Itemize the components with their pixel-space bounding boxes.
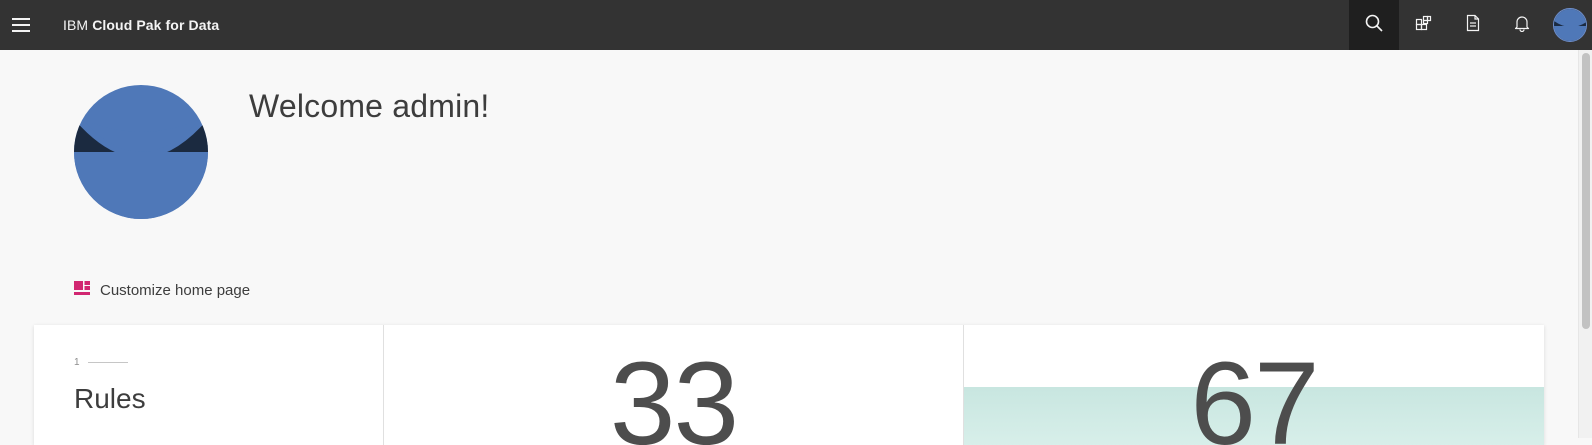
card-title: Rules (74, 383, 146, 414)
card-index-line (87, 362, 128, 363)
vertical-scrollbar[interactable] (1578, 50, 1592, 438)
apps-icon (1414, 14, 1432, 37)
product-name[interactable]: IBM Cloud Pak for Data (63, 17, 219, 33)
card-index-number: 1 (74, 357, 80, 368)
avatar (1552, 8, 1587, 42)
customize-home-link[interactable]: Customize home page (74, 280, 250, 301)
brand-name: Cloud Pak for Data (92, 17, 220, 33)
metric-card[interactable]: 67 (964, 325, 1544, 445)
profile-avatar (74, 85, 208, 219)
apps-button[interactable] (1399, 0, 1449, 50)
top-navigation-bar: IBM Cloud Pak for Data (0, 0, 1592, 50)
search-icon (1365, 14, 1383, 37)
rules-card[interactable]: 1 Rules (34, 325, 384, 445)
scrollbar-thumb[interactable] (1582, 53, 1590, 329)
metric-value: 33 (609, 338, 739, 445)
header-actions (1349, 0, 1592, 50)
card-index: 1 (74, 357, 128, 368)
welcome-heading: Welcome admin! (249, 88, 490, 124)
menu-icon[interactable] (0, 0, 42, 50)
brand-prefix: IBM (63, 17, 89, 33)
documentation-button[interactable] (1448, 0, 1498, 50)
dashboard-cards: 1 Rules 33 67 (34, 325, 1544, 445)
metric-card[interactable]: 33 (384, 325, 964, 445)
notification-icon (1513, 14, 1531, 37)
dashboard-icon (74, 280, 90, 301)
search-button[interactable] (1349, 0, 1399, 50)
notifications-button[interactable] (1498, 0, 1548, 50)
user-avatar-button[interactable] (1547, 0, 1592, 50)
metric-value: 67 (1190, 338, 1319, 445)
customize-label: Customize home page (100, 282, 251, 299)
document-icon (1465, 14, 1481, 37)
